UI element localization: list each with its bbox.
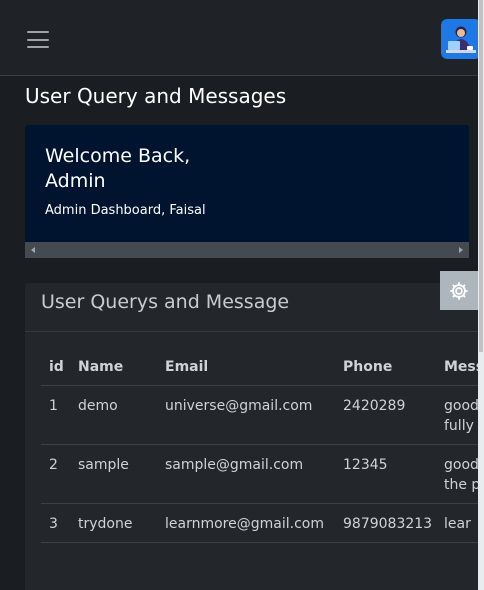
table-row[interactable]: 3 trydone learnmore@gmail.com 9879083213… <box>41 503 478 543</box>
cell-phone: 2420289 <box>335 385 436 445</box>
settings-button[interactable] <box>440 271 478 310</box>
page-scrollbar-thumb[interactable] <box>479 0 483 352</box>
column-header-phone: Phone <box>335 349 436 386</box>
cell-id: 2 <box>41 444 70 504</box>
cell-email: learnmore@gmail.com <box>157 503 335 543</box>
cell-id: 1 <box>41 385 70 445</box>
cell-message: good conn the part <box>436 444 478 504</box>
column-header-email: Email <box>157 349 335 386</box>
column-header-message: Message <box>436 349 478 386</box>
welcome-card: Welcome Back, Admin Admin Dashboard, Fai… <box>25 125 469 242</box>
page-title: User Query and Messages <box>25 84 287 108</box>
hamburger-menu-icon[interactable] <box>27 31 49 48</box>
cell-phone: 12345 <box>335 444 436 504</box>
top-navbar <box>0 0 481 76</box>
card-title: User Querys and Message <box>41 291 290 313</box>
cell-phone: 9879083213 <box>335 503 436 543</box>
cell-message: good conn fully <box>436 385 478 445</box>
user-queries-card: User Querys and Message id Name Email Ph… <box>25 283 478 590</box>
scroll-right-arrow-icon[interactable] <box>459 247 463 253</box>
welcome-title: Welcome Back, Admin <box>45 144 345 194</box>
cell-id: 3 <box>41 503 70 543</box>
card-header: User Querys and Message <box>25 283 478 332</box>
cell-name: demo <box>70 385 157 445</box>
user-avatar[interactable] <box>441 19 481 59</box>
cell-name: trydone <box>70 503 157 543</box>
scroll-left-arrow-icon[interactable] <box>31 247 35 253</box>
table-row[interactable]: 1 demo universe@gmail.com 2420289 good c… <box>41 385 478 445</box>
cell-name: sample <box>70 444 157 504</box>
column-header-id: id <box>41 349 70 386</box>
page-scrollbar[interactable] <box>478 0 484 590</box>
horizontal-scrollbar[interactable] <box>25 242 469 258</box>
welcome-title-line1: Welcome Back, <box>45 145 191 167</box>
welcome-title-line2: Admin <box>45 170 106 192</box>
welcome-subtitle: Admin Dashboard, Faisal <box>45 203 206 218</box>
table-row[interactable]: 2 sample sample@gmail.com 12345 good con… <box>41 444 478 504</box>
queries-table: id Name Email Phone Message 1 demo unive… <box>41 349 478 543</box>
table-header-row: id Name Email Phone Message <box>41 349 478 386</box>
column-header-name: Name <box>70 349 157 386</box>
cell-email: sample@gmail.com <box>157 444 335 504</box>
cell-message: lear <box>436 503 478 543</box>
cell-email: universe@gmail.com <box>157 385 335 445</box>
user-avatar-icon <box>441 19 481 59</box>
gear-icon <box>450 281 468 300</box>
queries-table-wrapper[interactable]: id Name Email Phone Message 1 demo unive… <box>41 349 478 590</box>
